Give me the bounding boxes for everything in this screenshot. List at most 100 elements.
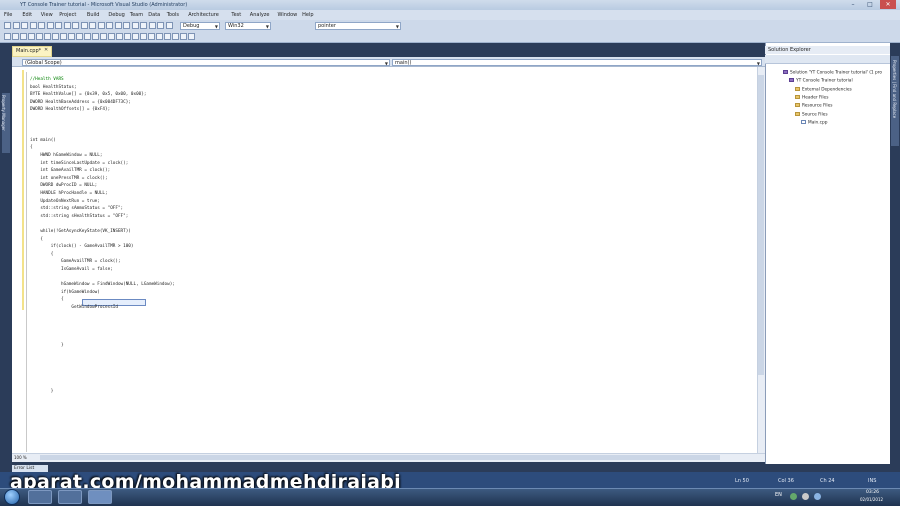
taskbar-app-explorer[interactable] bbox=[28, 490, 52, 504]
tab-close-icon[interactable]: ✕ bbox=[44, 47, 48, 53]
editor-toolbar-icon[interactable] bbox=[164, 33, 171, 40]
editor-toolbar-icon[interactable] bbox=[36, 33, 43, 40]
taskbar bbox=[0, 488, 900, 506]
start-button[interactable] bbox=[4, 489, 20, 505]
editor-toolbar-icon[interactable] bbox=[116, 33, 123, 40]
menu-test[interactable]: Test bbox=[231, 12, 241, 18]
code-line: } bbox=[30, 343, 64, 348]
toolbar-icon[interactable] bbox=[72, 22, 79, 29]
toolbar-icon[interactable] bbox=[123, 22, 130, 29]
toolbar-icon[interactable] bbox=[148, 22, 156, 29]
editor-toolbar-icon[interactable] bbox=[92, 33, 99, 40]
folder-icon bbox=[795, 94, 800, 99]
language-indicator[interactable]: EN bbox=[775, 492, 782, 498]
editor-toolbar-icon[interactable] bbox=[28, 33, 35, 40]
menu-debug[interactable]: Debug bbox=[108, 12, 124, 18]
code-line: BYTE HealthValue[] = {0x39, 0x5, 0x00, 0… bbox=[30, 92, 147, 98]
menu-file[interactable]: File bbox=[4, 12, 12, 18]
editor-toolbar-icon[interactable] bbox=[124, 33, 131, 40]
menu-data[interactable]: Data bbox=[148, 12, 160, 18]
code-line: GameAvailTMR = clock(); bbox=[30, 259, 121, 265]
editor-toolbar-icon[interactable] bbox=[60, 33, 67, 40]
toolbar-icon[interactable] bbox=[89, 22, 96, 29]
solution-platform-select[interactable]: Win32 ▼ bbox=[225, 22, 271, 30]
folder-icon bbox=[795, 111, 800, 116]
folder-icon bbox=[795, 103, 800, 108]
toolbar-icon[interactable] bbox=[80, 22, 88, 29]
editor-toolbar-icon[interactable] bbox=[84, 33, 91, 40]
toolbar-icon[interactable] bbox=[12, 22, 20, 29]
menu-team[interactable]: Team bbox=[130, 12, 143, 18]
editor-toolbar-icon[interactable] bbox=[76, 33, 83, 40]
solution-tree-item[interactable]: Main.cpp bbox=[801, 119, 827, 126]
tray-network-icon[interactable] bbox=[790, 493, 797, 500]
editor-toolbar-icon[interactable] bbox=[108, 33, 115, 40]
menu-tools[interactable]: Tools bbox=[167, 12, 179, 18]
editor-toolbar-icon[interactable] bbox=[148, 33, 155, 40]
solution-tree-item[interactable]: YT Console Trainer tutorial bbox=[789, 78, 853, 84]
toolbar-icon[interactable] bbox=[114, 22, 122, 29]
toolbar-icon[interactable] bbox=[4, 22, 11, 29]
code-line: int main() bbox=[30, 137, 56, 143]
editor-toolbar-icon[interactable] bbox=[180, 33, 187, 40]
toolbar-icon[interactable] bbox=[157, 22, 164, 29]
zoom-level[interactable]: 100 % bbox=[14, 455, 36, 461]
editor-toolbar-icon[interactable] bbox=[12, 33, 19, 40]
toolbar-icon[interactable] bbox=[63, 22, 71, 29]
vertical-scroll-thumb[interactable] bbox=[758, 75, 764, 375]
tray-volume-icon[interactable] bbox=[814, 493, 821, 500]
editor-toolbar-icon[interactable] bbox=[100, 33, 107, 40]
editor-toolbar-icon[interactable] bbox=[44, 33, 51, 40]
minimize-button[interactable]: – bbox=[845, 0, 861, 9]
toolbar-icon[interactable] bbox=[106, 22, 113, 29]
solution-configuration-select[interactable]: Debug ▼ bbox=[180, 22, 220, 30]
code-line: HANDLE hProcHandle = NULL; bbox=[30, 191, 108, 196]
editor-toolbar-icon[interactable] bbox=[156, 33, 163, 40]
menu-window[interactable]: Window bbox=[278, 12, 298, 18]
toolbar-icon[interactable] bbox=[165, 22, 173, 29]
tray-time[interactable]: 03:26 bbox=[866, 490, 879, 495]
toolbar-icon[interactable] bbox=[29, 22, 37, 29]
solution-tree-item[interactable]: Resource Files bbox=[795, 103, 833, 109]
editor-toolbar-icon[interactable] bbox=[188, 33, 195, 40]
editor-toolbar-icon[interactable] bbox=[4, 33, 11, 40]
find-combo[interactable]: pointer ▼ bbox=[315, 22, 401, 30]
menu-build[interactable]: Build bbox=[87, 12, 100, 18]
editor-toolbar-icon[interactable] bbox=[132, 33, 139, 40]
tray-date[interactable]: 02/01/2012 bbox=[860, 497, 883, 502]
editor-toolbar-icon[interactable] bbox=[52, 33, 59, 40]
taskbar-app-browser[interactable] bbox=[58, 490, 82, 504]
solution-tree-item[interactable]: External Dependencies bbox=[795, 86, 852, 93]
taskbar-app-visual-studio[interactable] bbox=[88, 490, 112, 504]
tray-flag-icon[interactable] bbox=[802, 493, 809, 500]
toolbar-icon[interactable] bbox=[46, 22, 54, 29]
code-editor[interactable] bbox=[12, 67, 765, 453]
close-button[interactable]: ✕ bbox=[880, 0, 896, 9]
menu-view[interactable]: View bbox=[41, 12, 53, 18]
menu-analyze[interactable]: Analyze bbox=[250, 12, 270, 18]
solution-tree-item[interactable]: Source Files bbox=[795, 111, 828, 118]
toolbar-icon[interactable] bbox=[131, 22, 139, 29]
maximize-button[interactable]: □ bbox=[862, 0, 878, 9]
toolbar-icon[interactable] bbox=[55, 22, 62, 29]
menu-architecture[interactable]: Architecture bbox=[188, 12, 219, 18]
toolbar-icon[interactable] bbox=[38, 22, 45, 29]
menu-help[interactable]: Help bbox=[302, 12, 313, 18]
scope-select[interactable]: (Global Scope) ▼ bbox=[22, 59, 390, 66]
code-line: std::string sAmmoStatus = "OFF"; bbox=[30, 206, 124, 212]
horizontal-scroll-thumb[interactable] bbox=[40, 455, 720, 460]
editor-toolbar-icon[interactable] bbox=[140, 33, 147, 40]
member-select[interactable]: main() ▼ bbox=[392, 59, 762, 66]
solution-tree-item[interactable]: Solution 'YT Console Trainer tutorial' (… bbox=[783, 70, 882, 76]
menu-edit[interactable]: Edit bbox=[22, 12, 32, 18]
toolbar-icon[interactable] bbox=[140, 22, 147, 29]
toolbar-icon[interactable] bbox=[21, 22, 28, 29]
solution-tree-label: External Dependencies bbox=[802, 87, 852, 93]
menu-project[interactable]: Project bbox=[59, 12, 76, 18]
status-column: Col 36 bbox=[778, 478, 794, 484]
editor-toolbar-icon[interactable] bbox=[172, 33, 179, 40]
toolbar-icon[interactable] bbox=[97, 22, 105, 29]
editor-toolbar-icon[interactable] bbox=[68, 33, 75, 40]
editor-toolbar-icon[interactable] bbox=[20, 33, 27, 40]
solution-tree-item[interactable]: Header Files bbox=[795, 94, 828, 101]
